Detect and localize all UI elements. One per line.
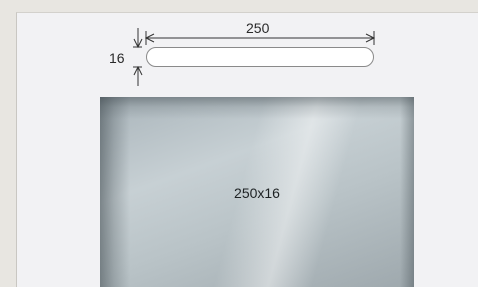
glass-preview-panel: 250x16 [100,97,414,287]
preview-size-label: 250x16 [234,185,280,201]
rounded-field-sample[interactable] [146,47,374,67]
